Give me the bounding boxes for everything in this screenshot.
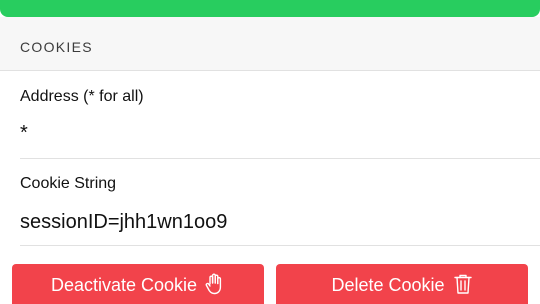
save-button-partial[interactable] xyxy=(0,0,540,17)
delete-cookie-button[interactable]: Delete Cookie xyxy=(276,264,528,304)
cookie-string-field: Cookie String xyxy=(0,159,540,245)
section-header: COOKIES xyxy=(0,17,540,71)
deactivate-cookie-button[interactable]: Deactivate Cookie xyxy=(12,264,264,304)
address-field: Address (* for all) xyxy=(0,72,540,158)
hand-stop-icon xyxy=(205,273,225,295)
cookie-string-input[interactable] xyxy=(20,209,520,235)
address-label: Address (* for all) xyxy=(20,88,144,105)
trash-icon xyxy=(453,273,473,295)
divider xyxy=(20,245,540,246)
cookie-string-label: Cookie String xyxy=(20,175,117,192)
deactivate-cookie-label: Deactivate Cookie xyxy=(50,274,198,295)
section-title: COOKIES xyxy=(20,39,93,55)
address-input[interactable] xyxy=(20,120,520,146)
cookie-editor-screen: COOKIES Address (* for all) Cookie Strin… xyxy=(0,0,540,304)
delete-cookie-label: Delete Cookie xyxy=(331,274,445,295)
